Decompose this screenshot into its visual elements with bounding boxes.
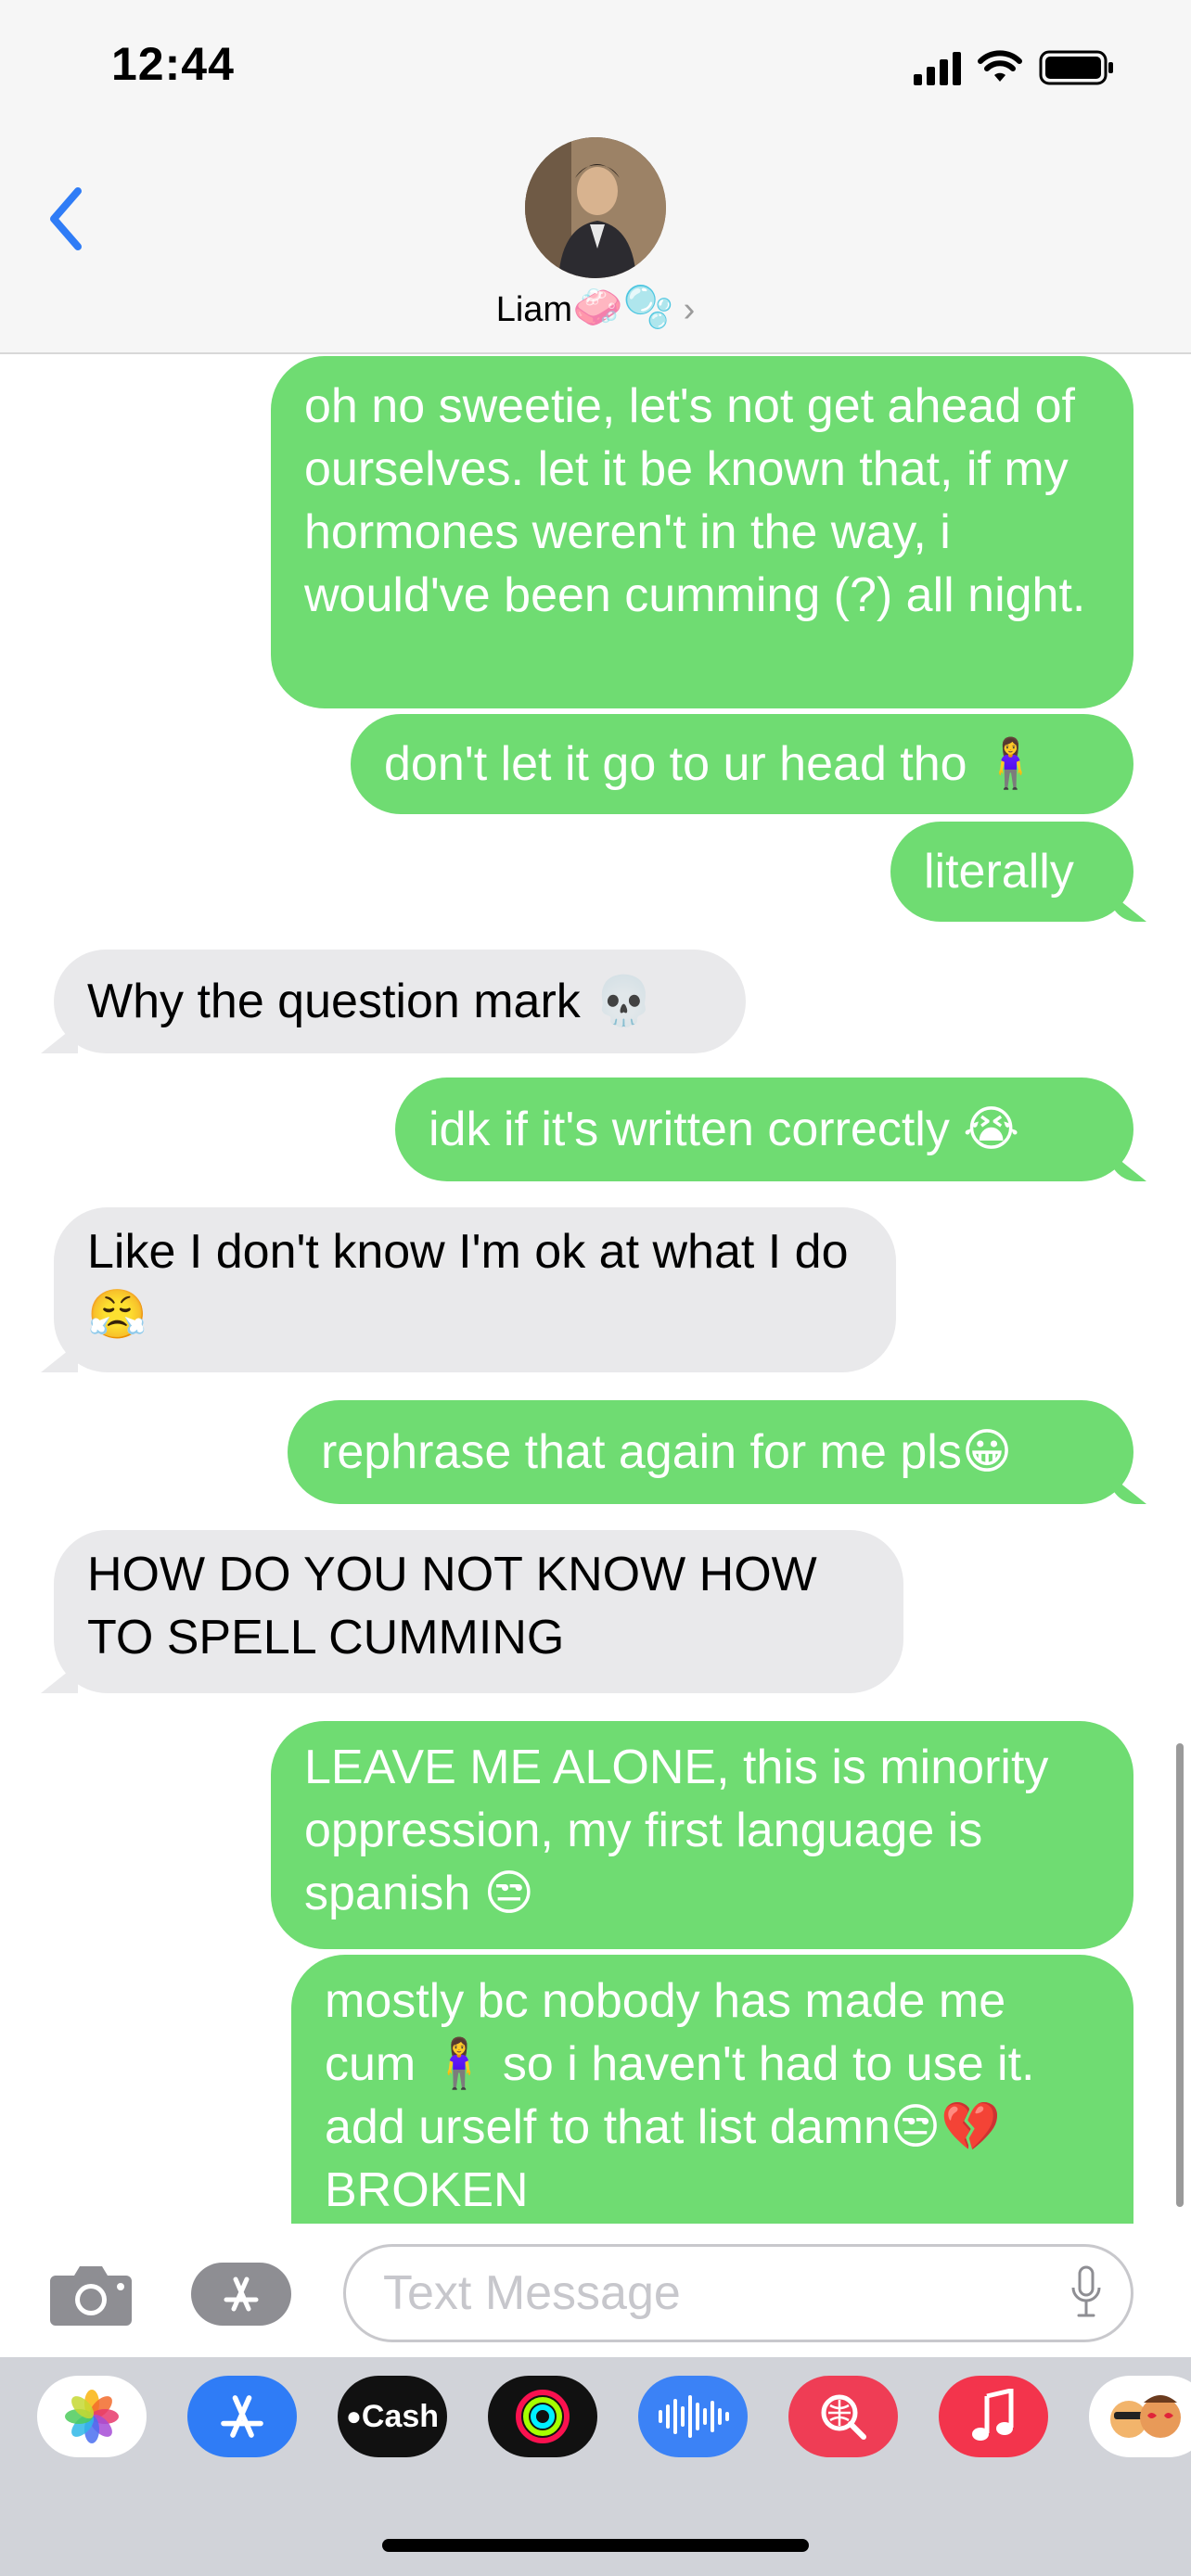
- camera-icon[interactable]: [48, 2261, 134, 2327]
- scroll-indicator[interactable]: [1176, 1743, 1184, 2207]
- message-input-placeholder: Text Message: [383, 2266, 681, 2320]
- message-bubble-outgoing[interactable]: don't let it go to ur head tho 🧍‍♀️: [351, 714, 1133, 814]
- message-input[interactable]: Text Message: [343, 2244, 1133, 2342]
- avatar-photo: [525, 137, 666, 278]
- message-text: literally: [924, 845, 1074, 899]
- app-store-icon: [224, 2276, 259, 2312]
- message-text: Why the question mark 💀: [87, 975, 654, 1028]
- contact-name: Liam: [495, 290, 573, 329]
- status-time: 12:44: [111, 38, 235, 90]
- message-bubble-outgoing[interactable]: literally: [890, 822, 1133, 922]
- back-chevron-icon[interactable]: [41, 182, 96, 256]
- message-bubble-outgoing[interactable]: mostly bc nobody has made me cum 🧍‍♀️ so…: [291, 1955, 1133, 2224]
- app-store-icon: [221, 2395, 263, 2438]
- message-bubble-outgoing[interactable]: LEAVE ME ALONE, this is minority oppress…: [271, 1721, 1133, 1949]
- contact-name-row[interactable]: Liam🧼🫧 ›: [0, 283, 1191, 331]
- conversation-header: 12:44 Liam🧼🫧 ›: [0, 0, 1191, 354]
- apple-logo-icon: ●: [345, 2402, 362, 2430]
- app-store-drawer-button[interactable]: [191, 2263, 291, 2326]
- contact-emojis: 🧼🫧: [572, 284, 674, 331]
- photos-app-button[interactable]: [37, 2376, 147, 2457]
- microphone-icon[interactable]: [1069, 2265, 1103, 2319]
- cellular-signal-icon: [914, 50, 961, 85]
- status-icons: [914, 45, 1115, 91]
- music-icon: [972, 2389, 1014, 2441]
- message-bubble-incoming[interactable]: HOW DO YOU NOT KNOW HOW TO SPELL CUMMING: [54, 1530, 903, 1693]
- chevron-right-icon: ›: [683, 290, 696, 329]
- message-bubble-outgoing[interactable]: rephrase that again for me pls😀: [288, 1400, 1133, 1504]
- message-text: idk if it's written correctly 😭: [429, 1103, 1020, 1156]
- home-indicator[interactable]: [382, 2539, 809, 2552]
- message-text: Like I don't know I'm ok at what I do 😤: [87, 1225, 849, 1342]
- message-text: oh no sweetie, let's not get ahead of ou…: [304, 379, 1086, 622]
- image-search-icon: [821, 2394, 866, 2440]
- audio-message-icon: [659, 2395, 729, 2438]
- activity-icon: [516, 2390, 570, 2443]
- contact-avatar[interactable]: [525, 137, 666, 278]
- memoji-app-button[interactable]: [1089, 2376, 1191, 2457]
- message-bubble-incoming[interactable]: Why the question mark 💀: [54, 950, 746, 1053]
- message-text: don't let it go to ur head tho 🧍‍♀️: [384, 737, 1041, 791]
- message-text: rephrase that again for me pls😀: [321, 1425, 1013, 1479]
- compose-bar: Text Message: [0, 2224, 1191, 2363]
- apple-cash-label: Cash: [361, 2398, 440, 2434]
- battery-icon: [1039, 50, 1113, 85]
- audio-message-app-button[interactable]: [638, 2376, 748, 2457]
- message-bubble-outgoing[interactable]: idk if it's written correctly 😭: [395, 1078, 1133, 1181]
- music-app-button[interactable]: [939, 2376, 1048, 2457]
- app-store-app-button[interactable]: [187, 2376, 297, 2457]
- apple-cash-app-button[interactable]: ● Cash: [338, 2376, 447, 2457]
- image-search-app-button[interactable]: [788, 2376, 898, 2457]
- wifi-icon: [978, 50, 1022, 82]
- photos-icon: [65, 2390, 119, 2443]
- message-text: LEAVE ME ALONE, this is minority oppress…: [304, 1741, 1049, 1920]
- activity-app-button[interactable]: [488, 2376, 597, 2457]
- memoji-icon: [1110, 2395, 1181, 2438]
- message-text: HOW DO YOU NOT KNOW HOW TO SPELL CUMMING: [87, 1548, 817, 1664]
- message-bubble-incoming[interactable]: Like I don't know I'm ok at what I do 😤: [54, 1207, 896, 1372]
- message-text: mostly bc nobody has made me cum 🧍‍♀️ so…: [325, 1974, 1035, 2217]
- message-bubble-outgoing[interactable]: oh no sweetie, let's not get ahead of ou…: [271, 356, 1133, 708]
